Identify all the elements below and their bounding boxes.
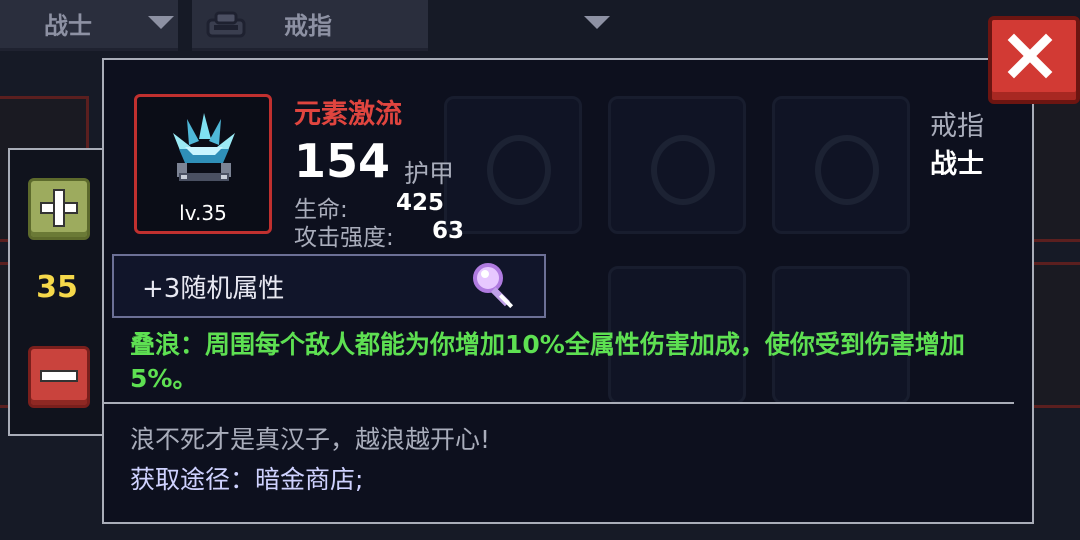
slot-ring-icon	[206, 11, 246, 38]
item-level-label: lv.35	[179, 201, 227, 225]
stat-value: 425	[396, 190, 445, 216]
item-flavor-text: 浪不死才是真汉子，越浪越开心!	[130, 425, 491, 454]
slot-filter-label: 戒指	[284, 12, 332, 40]
item-tooltip-panel: lv.35 元素激流 154 护甲 生命: 425 攻击强度: 63 戒指 战士…	[102, 58, 1034, 524]
random-attributes-bar[interactable]: +3随机属性	[112, 254, 546, 318]
stat-row: 攻击强度: 63	[294, 218, 464, 252]
ghost-inventory-cell	[608, 96, 746, 234]
magnifier-icon[interactable]	[470, 260, 522, 312]
stat-value: 63	[432, 218, 465, 244]
class-filter-dropdown[interactable]: 战士	[0, 0, 178, 51]
slot-filter-dropdown[interactable]: 戒指	[192, 0, 610, 51]
ghost-inventory-cell	[444, 96, 582, 234]
item-name: 元素激流	[294, 99, 402, 130]
item-special-effect: 叠浪：周围每个敌人都能为你增加10%全属性伤害加成，使你受到伤害增加5%。	[130, 330, 965, 393]
item-acquisition-source: 获取途径：暗金商店;	[130, 465, 364, 494]
chevron-down-icon	[148, 16, 174, 29]
close-button[interactable]	[988, 16, 1080, 104]
item-class: 战士	[930, 149, 984, 180]
random-attributes-label: +3随机属性	[142, 274, 285, 304]
stat-label: 攻击强度:	[294, 225, 394, 251]
level-increase-button[interactable]	[28, 178, 90, 240]
item-icon-frame: lv.35	[134, 94, 272, 234]
armor-value: 154	[294, 134, 391, 188]
level-decrease-button[interactable]	[28, 346, 90, 408]
item-slot-type: 戒指	[930, 111, 984, 142]
filter-bar: 战士 戒指	[0, 0, 1080, 52]
level-adjust-panel: 35	[8, 148, 106, 436]
background-item-slot	[1030, 96, 1080, 242]
divider	[104, 402, 1014, 404]
ice-crystal-ring-icon	[173, 113, 235, 181]
ghost-inventory-cell	[772, 96, 910, 234]
class-filter-label: 战士	[44, 12, 92, 40]
close-icon	[1007, 33, 1053, 79]
level-value: 35	[36, 270, 78, 305]
chevron-down-icon	[584, 16, 610, 29]
background-item-slot	[1030, 262, 1080, 408]
armor-label: 护甲	[404, 159, 455, 188]
